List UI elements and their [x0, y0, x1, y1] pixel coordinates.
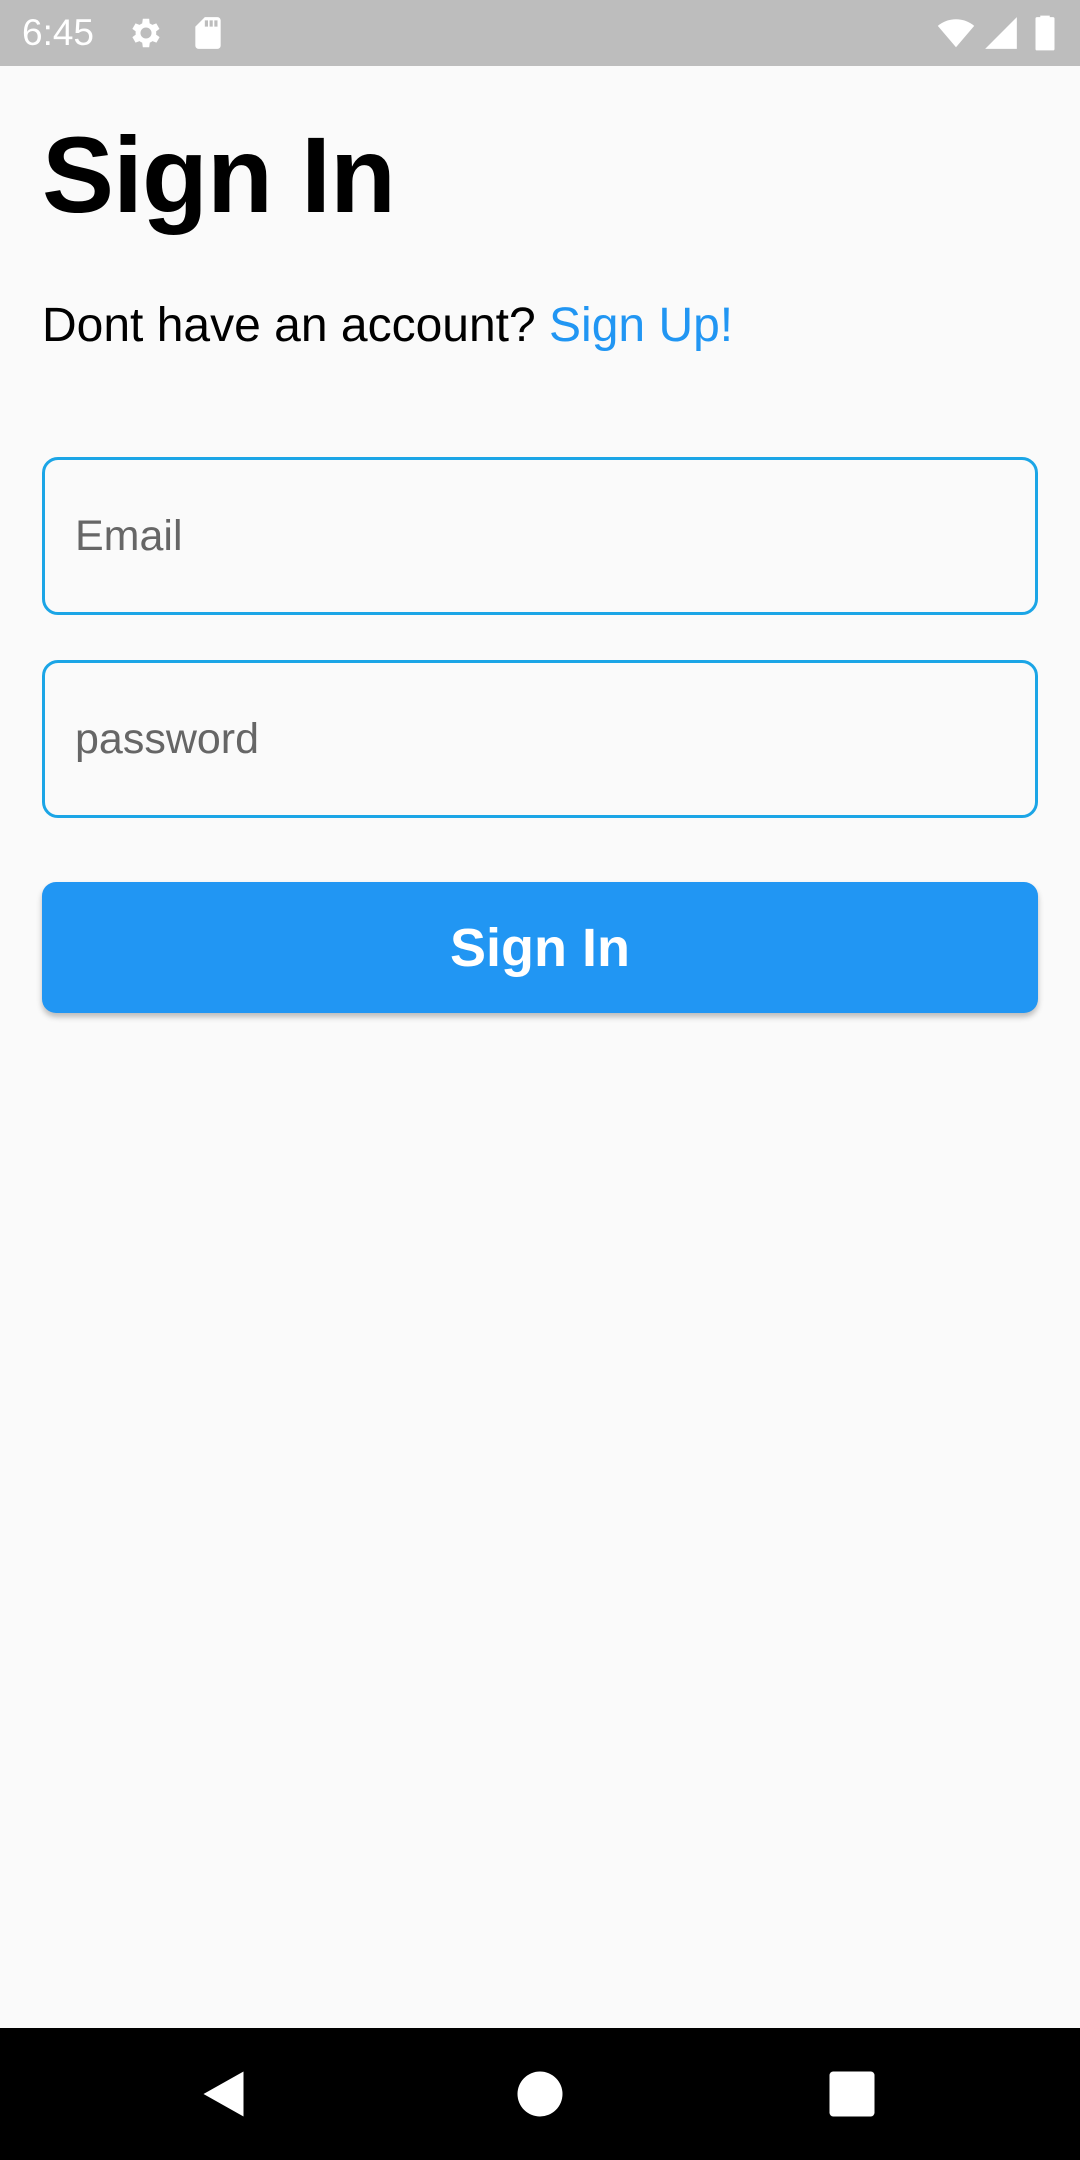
navigation-bar	[0, 2028, 1080, 2160]
signup-prompt: Dont have an account? Sign Up!	[42, 296, 733, 356]
signal-icon	[985, 17, 1017, 49]
status-time: 6:45	[22, 12, 95, 53]
email-field-container	[42, 457, 1038, 615]
wifi-icon	[937, 19, 975, 48]
password-field[interactable]	[45, 663, 1035, 815]
recents-icon[interactable]	[822, 2064, 882, 2124]
signup-prompt-text: Dont have an account?	[42, 299, 550, 352]
status-bar: 6:45	[0, 0, 1080, 66]
sign-in-button[interactable]: Sign In	[42, 882, 1038, 1013]
gear-icon	[132, 18, 160, 48]
battery-icon	[1035, 15, 1055, 51]
sd-card-icon	[195, 17, 221, 49]
password-field-container	[42, 660, 1038, 818]
page-title: Sign In	[42, 114, 396, 235]
email-field[interactable]	[45, 460, 1035, 612]
signup-link[interactable]: Sign Up!	[549, 299, 733, 352]
sign-in-screen: 6:45 Sign In Dont have an account? Sign …	[0, 0, 1080, 2160]
back-icon[interactable]	[196, 2064, 256, 2124]
home-icon[interactable]	[510, 2064, 570, 2124]
